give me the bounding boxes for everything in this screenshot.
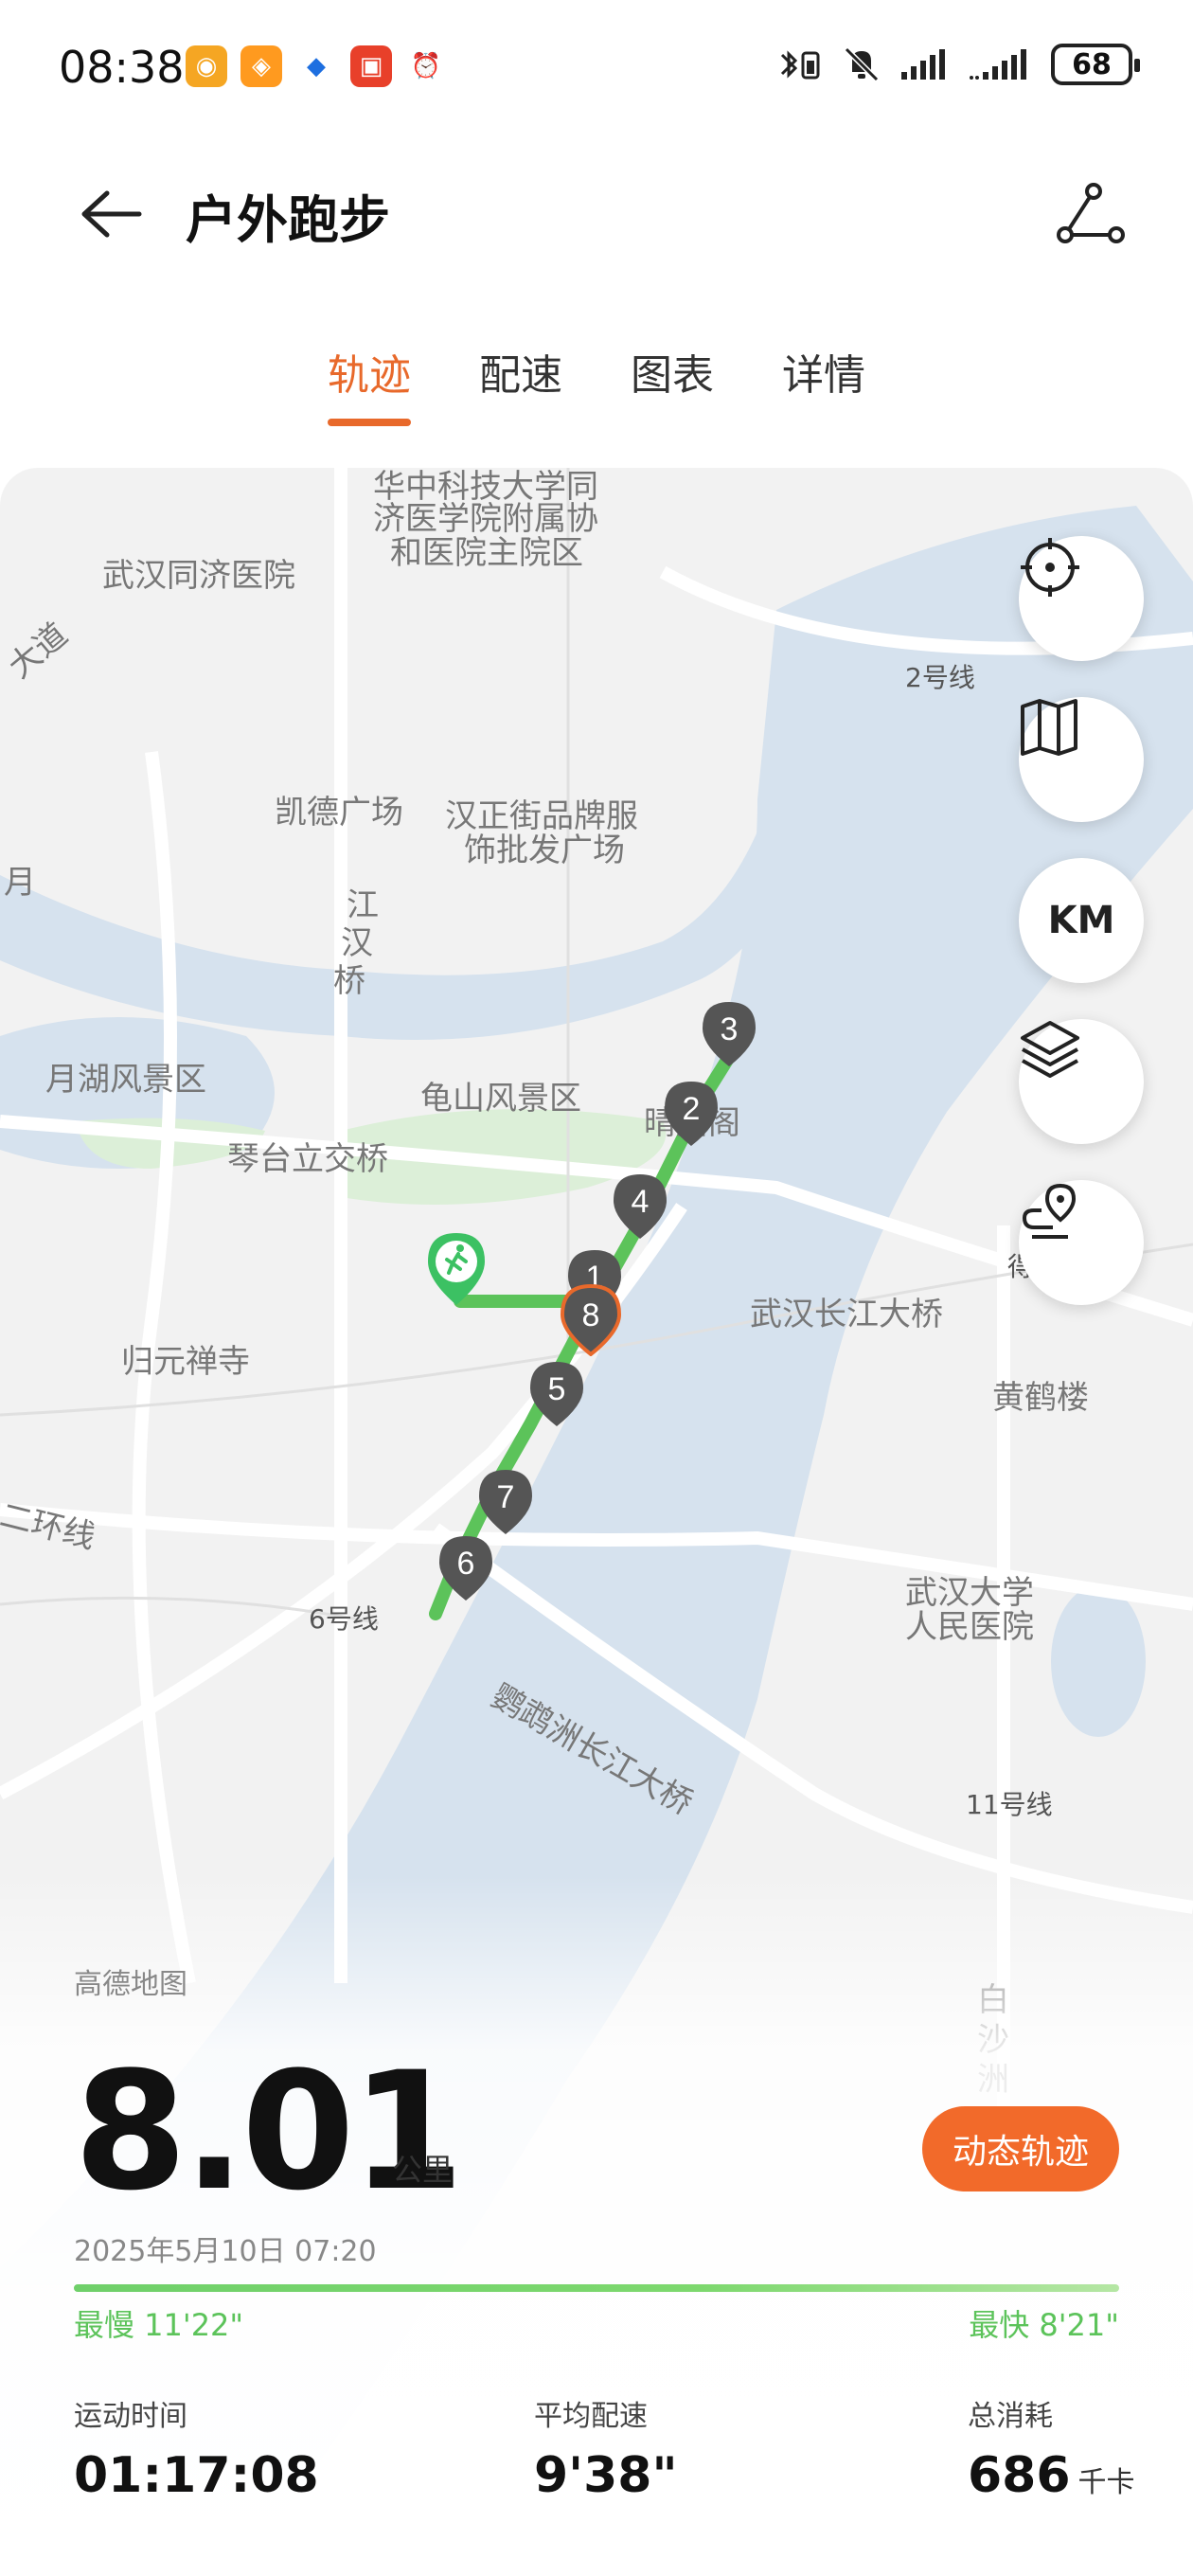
dynamic-track-button[interactable]: 动态轨迹 [922, 2106, 1119, 2191]
stat-value: 686 [968, 2447, 1071, 2504]
map-label: 人民医院 [905, 1608, 1034, 1646]
map-label: 黄鹤楼 [992, 1379, 1089, 1417]
km-marker-6: 6 [439, 1536, 492, 1601]
status-indicators: 68 [775, 44, 1140, 85]
stat-label: 总消耗 [968, 2400, 1053, 2433]
layers-icon [1021, 1021, 1079, 1078]
km-marker-3: 3 [703, 1002, 756, 1066]
svg-text:2: 2 [683, 1091, 701, 1127]
map-credit: 高德地图 [74, 1968, 187, 2001]
map-icon [1021, 699, 1077, 756]
status-bar: 08:38 ◉ ◈ ◆ ▣ ⏰ 68 [0, 0, 1193, 142]
alarm-icon: ⏰ [405, 45, 447, 87]
stat-calories: 总消耗 686 千卡 [968, 2392, 1135, 2504]
map-type-button[interactable] [1019, 697, 1144, 822]
tab-bar: 轨迹 配速 图表 详情 [0, 341, 1193, 436]
unit-toggle-button[interactable]: KM [1019, 858, 1144, 983]
workout-datetime: 2025年5月10日 07:20 [74, 2235, 377, 2268]
mute-bell-icon [844, 46, 880, 82]
map-label: 武汉长江大桥 [750, 1296, 943, 1333]
stat-avg-pace: 平均配速 9'38" [534, 2392, 678, 2504]
km-marker-2: 2 [665, 1082, 718, 1146]
svg-text:3: 3 [721, 1011, 739, 1047]
map-label: 龟山风景区 [420, 1080, 581, 1118]
stat-unit: 千卡 [1077, 2466, 1135, 2499]
status-time: 08:38 [59, 42, 185, 93]
signal-icon [901, 49, 945, 80]
layers-button[interactable] [1019, 1019, 1144, 1144]
signal-2-icon [970, 49, 1026, 80]
route-icon [1057, 183, 1125, 243]
tab-details[interactable]: 详情 [782, 341, 865, 436]
status-app-icons: ◉ ◈ ◆ ▣ ⏰ [186, 45, 447, 87]
km-marker-8-end: 8 [560, 1284, 622, 1356]
slowest-pace: 最慢 11'22" [74, 2307, 244, 2343]
locate-button[interactable] [1019, 536, 1144, 661]
svg-text:4: 4 [632, 1184, 650, 1220]
km-marker-4: 4 [614, 1174, 667, 1239]
map-label: 桥 [333, 962, 365, 1000]
page-title: 户外跑步 [186, 190, 390, 250]
map-label: 和医院主院区 [390, 534, 583, 572]
battery-indicator: 68 [1051, 44, 1140, 85]
svg-text:6: 6 [457, 1546, 475, 1582]
map-label: 2号线 [905, 662, 975, 693]
map-label: 凯德广场 [275, 794, 403, 832]
pace-gradient-bar [74, 2284, 1119, 2292]
bluetooth-icon [780, 50, 820, 80]
stat-value-row: 686 千卡 [968, 2447, 1135, 2504]
svg-text:7: 7 [497, 1479, 515, 1515]
app-red-icon: ▣ [350, 45, 392, 87]
distance-unit: 公里 [392, 2152, 454, 2188]
map-label: 月 [4, 864, 36, 902]
distance-value: 8.01 [74, 2036, 464, 2227]
km-marker-5: 5 [530, 1362, 583, 1426]
header: 户外跑步 [0, 142, 1193, 284]
route-replay-button[interactable] [1019, 1180, 1144, 1305]
tab-pace[interactable]: 配速 [479, 341, 562, 436]
stat-label: 平均配速 [534, 2400, 648, 2433]
tab-chart[interactable]: 图表 [631, 341, 714, 436]
stat-label: 运动时间 [74, 2400, 187, 2433]
map-label: 武汉同济医院 [102, 557, 295, 595]
km-marker-7: 7 [479, 1470, 532, 1534]
tab-track[interactable]: 轨迹 [328, 341, 411, 436]
start-running-icon [428, 1233, 485, 1305]
fastest-pace: 最快 8'21" [969, 2307, 1119, 2343]
back-button[interactable] [72, 176, 148, 252]
stat-value: 01:17:08 [74, 2447, 319, 2504]
map-label: 琴台立交桥 [227, 1140, 388, 1178]
crosshair-icon [1021, 538, 1079, 597]
map-label: 11号线 [966, 1789, 1053, 1820]
map-label: 6号线 [309, 1603, 379, 1635]
arrow-left-icon [81, 190, 142, 238]
map-label: 饰批发广场 [464, 832, 625, 869]
map-label: 月湖风景区 [45, 1061, 206, 1099]
app-blue-icon: ◆ [295, 45, 337, 87]
stat-duration: 运动时间 01:17:08 [74, 2392, 319, 2504]
stat-value: 9'38" [534, 2447, 678, 2504]
svg-text:5: 5 [548, 1371, 566, 1407]
map-label: 归元禅寺 [121, 1343, 250, 1381]
svg-text:8: 8 [582, 1297, 600, 1333]
route-share-button[interactable] [1049, 176, 1134, 252]
app-orange-icon: ◈ [240, 45, 282, 87]
weibo-icon: ◉ [186, 45, 227, 87]
route-pin-icon [1022, 1183, 1077, 1239]
